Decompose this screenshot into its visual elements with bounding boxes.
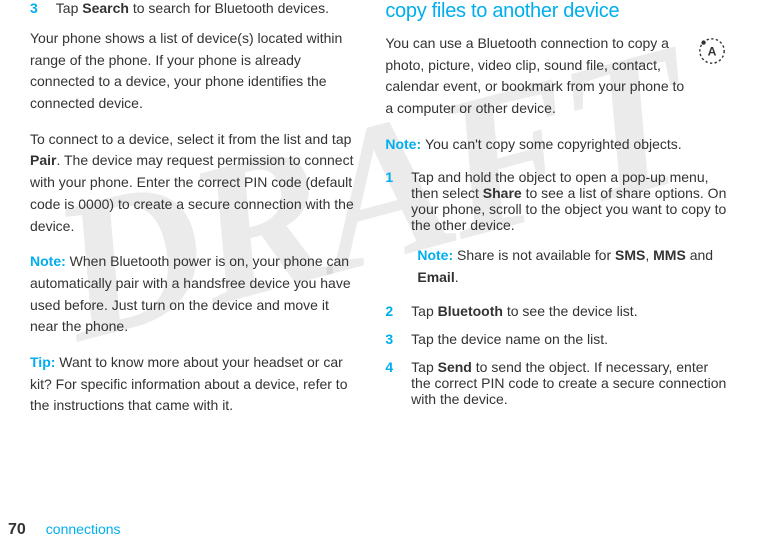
right-step-2: 2 Tap Bluetooth to see the device list. xyxy=(385,303,727,319)
svg-text:A: A xyxy=(708,45,717,59)
text: You can use a Bluetooth connection to co… xyxy=(385,35,684,116)
note-text: You can't copy some copyrighted objects. xyxy=(425,136,682,152)
note-paragraph: Note: When Bluetooth power is on, your p… xyxy=(30,251,355,338)
right-step-3: 3 Tap the device name on the list. xyxy=(385,331,727,347)
step-number: 1 xyxy=(385,169,393,233)
bold-sms: SMS xyxy=(615,247,645,263)
left-step-3: 3 Tap Search to search for Bluetooth dev… xyxy=(30,0,355,16)
ui-label-search: Search xyxy=(82,0,129,16)
footer-section-title: connections xyxy=(46,521,121,537)
text: , xyxy=(645,247,653,263)
bold-mms: MMS xyxy=(653,247,686,263)
text: Tap xyxy=(56,0,82,16)
page-content: 3 Tap Search to search for Bluetooth dev… xyxy=(0,0,757,431)
page-footer: 70 connections xyxy=(8,521,121,539)
ui-label-pair: Pair xyxy=(30,152,56,168)
paragraph: To connect to a device, select it from t… xyxy=(30,129,355,237)
sub-note: Note: Share is not available for SMS, MM… xyxy=(417,245,727,288)
step-number: 4 xyxy=(385,359,393,407)
step-body: Tap the device name on the list. xyxy=(411,331,727,347)
note-label: Note: xyxy=(417,247,457,263)
step-body: Tap and hold the object to open a pop-up… xyxy=(411,169,727,233)
note-label: Note: xyxy=(30,253,70,269)
ui-label-share: Share xyxy=(483,185,522,201)
tip-label: Tip: xyxy=(30,354,59,370)
tip-text: Want to know more about your headset or … xyxy=(30,354,347,413)
text: Tap xyxy=(411,359,437,375)
text: and xyxy=(686,247,713,263)
ui-label-bluetooth: Bluetooth xyxy=(438,303,503,319)
step-body: Tap Send to send the object. If necessar… xyxy=(411,359,727,407)
text: Share is not available for xyxy=(457,247,615,263)
tip-paragraph: Tip: Want to know more about your headse… xyxy=(30,352,355,417)
step-number: 3 xyxy=(30,0,38,16)
note-paragraph: Note: You can't copy some copyrighted ob… xyxy=(385,134,727,156)
section-heading: copy files to another device xyxy=(385,0,727,23)
note-text: When Bluetooth power is on, your phone c… xyxy=(30,253,351,334)
right-column: copy files to another device A You can u… xyxy=(385,0,727,431)
step-number: 2 xyxy=(385,303,393,319)
text: . The device may request permission to c… xyxy=(30,152,354,233)
step-body: Tap Bluetooth to see the device list. xyxy=(411,303,727,319)
paragraph: A You can use a Bluetooth connection to … xyxy=(385,33,727,120)
step-body: Tap Search to search for Bluetooth devic… xyxy=(56,0,356,16)
bold-email: Email xyxy=(417,269,454,285)
paragraph: Your phone shows a list of device(s) loc… xyxy=(30,28,355,115)
ui-label-send: Send xyxy=(438,359,472,375)
text: To connect to a device, select it from t… xyxy=(30,131,351,147)
right-step-1: 1 Tap and hold the object to open a pop-… xyxy=(385,169,727,233)
text: to search for Bluetooth devices. xyxy=(129,0,329,16)
page-number: 70 xyxy=(8,521,26,539)
step-number: 3 xyxy=(385,331,393,347)
text: Tap xyxy=(411,303,437,319)
right-step-4: 4 Tap Send to send the object. If necess… xyxy=(385,359,727,407)
text: . xyxy=(455,269,459,285)
left-column: 3 Tap Search to search for Bluetooth dev… xyxy=(30,0,355,431)
text: to see the device list. xyxy=(503,303,638,319)
note-label: Note: xyxy=(385,136,425,152)
auto-mode-icon: A xyxy=(697,36,727,73)
